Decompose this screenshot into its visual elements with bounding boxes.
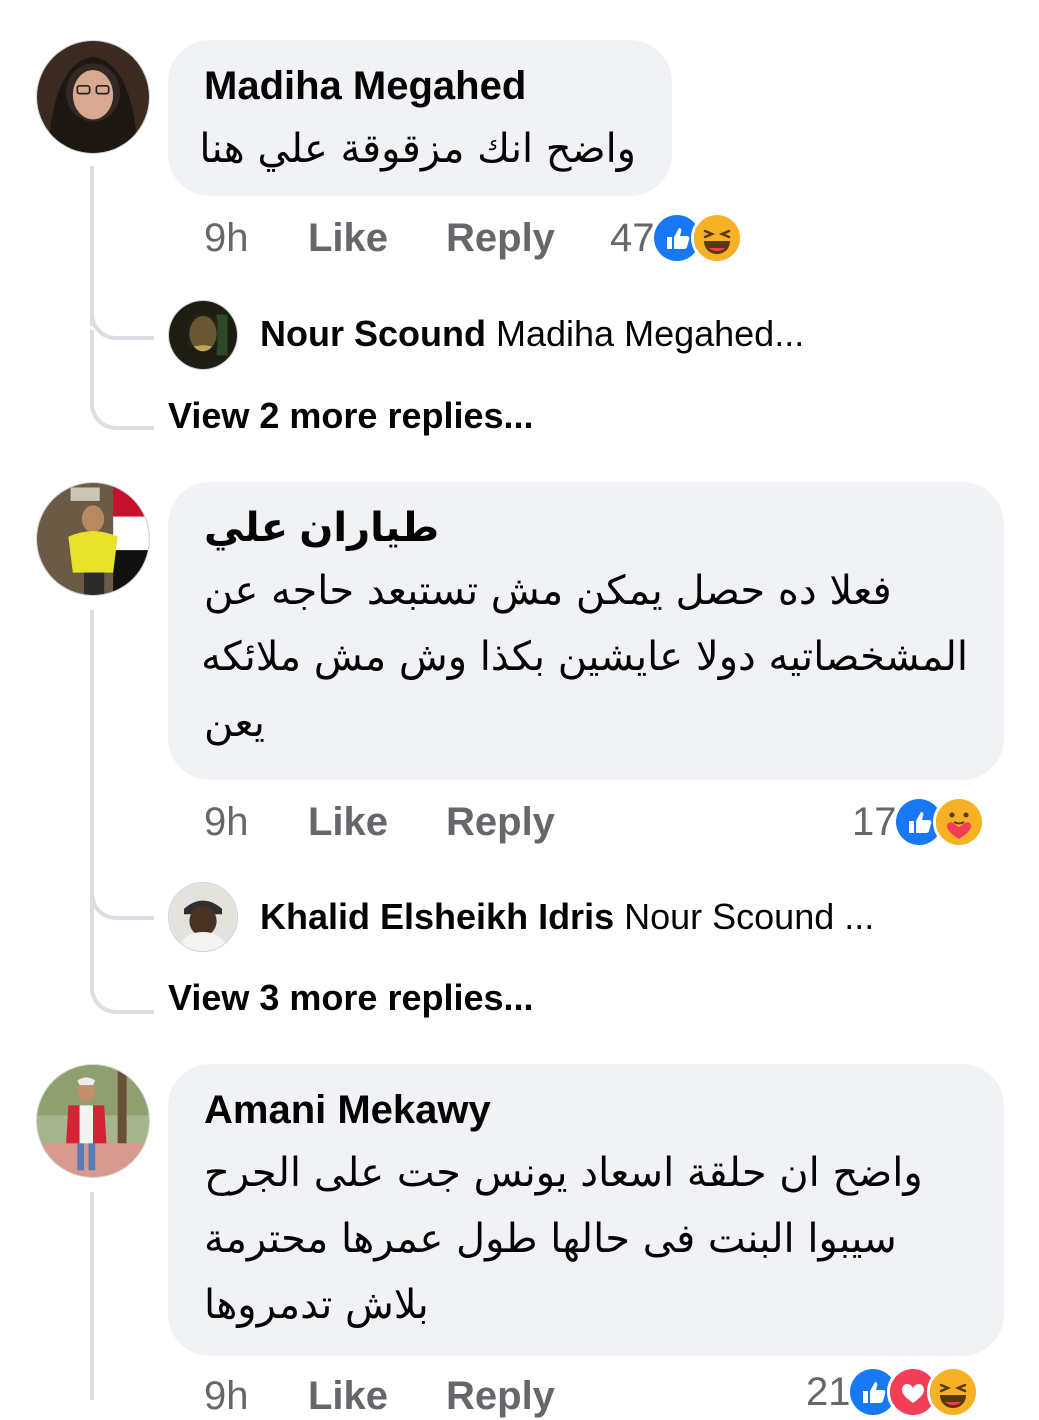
reply-author[interactable]: Khalid Elsheikh Idris (260, 896, 614, 937)
view-more-replies-link[interactable]: View 3 more replies... (168, 976, 534, 1020)
comment-author[interactable]: Amani Mekawy (204, 1086, 968, 1134)
like-button[interactable]: Like (308, 798, 388, 846)
comment-text-line: واضح ان حلقة اسعاد يونس جت على الجرح (204, 1150, 923, 1196)
haha-icon (926, 1366, 979, 1418)
avatar[interactable] (168, 300, 238, 370)
comment-author[interactable]: Madiha Megahed (204, 62, 636, 110)
comment-bubble: طياران علي فعلا ده حصل يمكن مش تستبعد حا… (168, 482, 1004, 780)
reply-button[interactable]: Reply (446, 1372, 555, 1420)
reaction-summary[interactable]: 17 (852, 796, 985, 848)
reaction-count: 21 (806, 1370, 851, 1414)
reply-preview[interactable]: Khalid Elsheikh Idris Nour Scound ... (260, 895, 874, 939)
reply-preview[interactable]: Nour Scound Madiha Megahed... (260, 312, 804, 356)
reply-button[interactable]: Reply (446, 798, 555, 846)
reaction-summary[interactable]: 47 (610, 212, 743, 264)
comment-bubble: Madiha Megahed واضح انك مزقوقة علي هنا (168, 40, 672, 196)
comment-time[interactable]: 9h (204, 214, 249, 262)
comment-text-line: يعن (204, 700, 265, 746)
comment-author[interactable]: طياران علي (204, 504, 968, 552)
comment-text-line: بلاش تدمروها (204, 1282, 429, 1328)
avatar[interactable] (36, 482, 150, 596)
view-more-replies-link[interactable]: View 2 more replies... (168, 394, 534, 438)
comment-time[interactable]: 9h (204, 1372, 249, 1420)
reaction-count: 17 (852, 800, 897, 844)
avatar[interactable] (168, 882, 238, 952)
reply-text: Madiha Megahed... (496, 313, 805, 354)
thread-line (90, 610, 94, 910)
comment-bubble: Amani Mekawy واضح ان حلقة اسعاد يونس جت … (168, 1064, 1004, 1356)
reply-text: Nour Scound ... (624, 896, 875, 937)
reaction-count: 47 (610, 216, 655, 260)
care-icon (932, 796, 985, 848)
haha-icon (690, 212, 743, 264)
comment-text-line: واضح انك مزقوقة علي هنا (199, 126, 636, 172)
like-button[interactable]: Like (308, 1372, 388, 1420)
reaction-summary[interactable]: 21 (806, 1366, 979, 1418)
reply-author[interactable]: Nour Scound (260, 313, 486, 354)
comment-text-line: سيبوا البنت فى حالها طول عمرها محترمة (204, 1216, 897, 1262)
comment-time[interactable]: 9h (204, 798, 249, 846)
comment-text: واضح ان حلقة اسعاد يونس جت على الجرح سيب… (204, 1140, 968, 1338)
reply-button[interactable]: Reply (446, 214, 555, 262)
avatar[interactable] (36, 40, 150, 154)
thread-line (90, 1192, 94, 1400)
thread-elbow (90, 910, 154, 1014)
comment-text: واضح انك مزقوقة علي هنا (199, 116, 636, 182)
comment-text-line: فعلا ده حصل يمكن مش تستبعد حاجه عن (204, 568, 892, 614)
avatar[interactable] (36, 1064, 150, 1178)
comment-text: فعلا ده حصل يمكن مش تستبعد حاجه عن المشخ… (201, 558, 968, 756)
thread-elbow (90, 330, 154, 430)
like-button[interactable]: Like (308, 214, 388, 262)
comment-text-line: المشخصاتيه دولا عايشين بكذا وش مش ملائكه (201, 634, 968, 680)
